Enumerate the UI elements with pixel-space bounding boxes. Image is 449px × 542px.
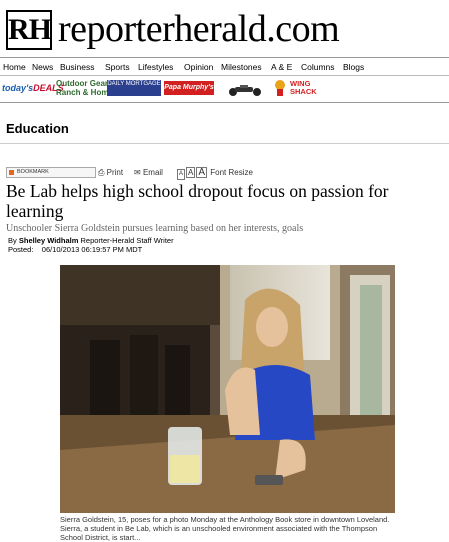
nav-blogs[interactable]: Blogs <box>343 60 364 74</box>
motorcycle-icon <box>229 85 261 96</box>
nav-columns[interactable]: Columns <box>301 60 335 74</box>
deals-bar: today'sDEALS Outdoor Gear Ranch & Home D… <box>0 77 449 101</box>
motorcycle-ad[interactable] <box>226 83 264 96</box>
divider <box>0 102 449 103</box>
font-resize-label: Font Resize <box>210 168 253 177</box>
outdoor-gear-ad[interactable]: Outdoor Gear Ranch & Home <box>56 79 113 97</box>
print-link[interactable]: ⎙ Print <box>98 167 123 179</box>
nav-home[interactable]: Home <box>3 60 26 74</box>
main-nav: Home News Business Sports Lifestyles Opi… <box>0 60 449 74</box>
site-logo[interactable]: RH <box>6 10 52 50</box>
section-title: Education <box>6 121 69 136</box>
print-icon: ⎙ <box>98 168 105 177</box>
nav-news[interactable]: News <box>32 60 53 74</box>
papa-murphys-ad[interactable]: Papa Murphy's <box>164 81 214 95</box>
posted-date: Posted: 06/10/2013 06:19:57 PM MDT <box>8 245 143 254</box>
byline: By Shelley Widhalm Reporter-Herald Staff… <box>8 236 174 245</box>
author-role: Reporter-Herald Staff Writer <box>80 236 174 245</box>
daily-mortgage-ad[interactable]: DAILY MORTGAGE <box>107 80 161 96</box>
font-small-button[interactable]: A <box>177 169 186 180</box>
divider <box>0 143 449 144</box>
nav-sports[interactable]: Sports <box>105 60 130 74</box>
divider <box>0 57 449 58</box>
article-headline: Be Lab helps high school dropout focus o… <box>6 181 389 221</box>
article-photo[interactable] <box>60 265 395 513</box>
nav-opinion[interactable]: Opinion <box>184 60 213 74</box>
nav-business[interactable]: Business <box>60 60 95 74</box>
font-resize-control[interactable]: AAA Font Resize <box>177 167 253 180</box>
nav-a-and-e[interactable]: A & E <box>271 60 292 74</box>
font-large-button[interactable]: A <box>196 167 208 178</box>
bookmark-button[interactable]: BOOKMARK <box>6 167 96 178</box>
divider <box>0 75 449 76</box>
todays-deals-link[interactable]: today'sDEALS <box>2 83 64 93</box>
article-subhead: Unschooler Sierra Goldstein pursues lear… <box>6 223 304 234</box>
wing-shack-ad[interactable]: WING SHACK <box>272 79 332 99</box>
email-link[interactable]: ✉ Email <box>134 167 163 179</box>
nav-milestones[interactable]: Milestones <box>221 60 262 74</box>
masthead: RH reporterherald.com <box>0 0 449 58</box>
author-name[interactable]: Shelley Widhalm <box>19 236 79 245</box>
nav-lifestyles[interactable]: Lifestyles <box>138 60 173 74</box>
site-name[interactable]: reporterherald.com <box>58 6 340 52</box>
chicken-icon <box>275 80 285 96</box>
email-icon: ✉ <box>134 168 141 177</box>
font-medium-button[interactable]: A <box>186 167 196 178</box>
photo-image <box>60 265 395 513</box>
